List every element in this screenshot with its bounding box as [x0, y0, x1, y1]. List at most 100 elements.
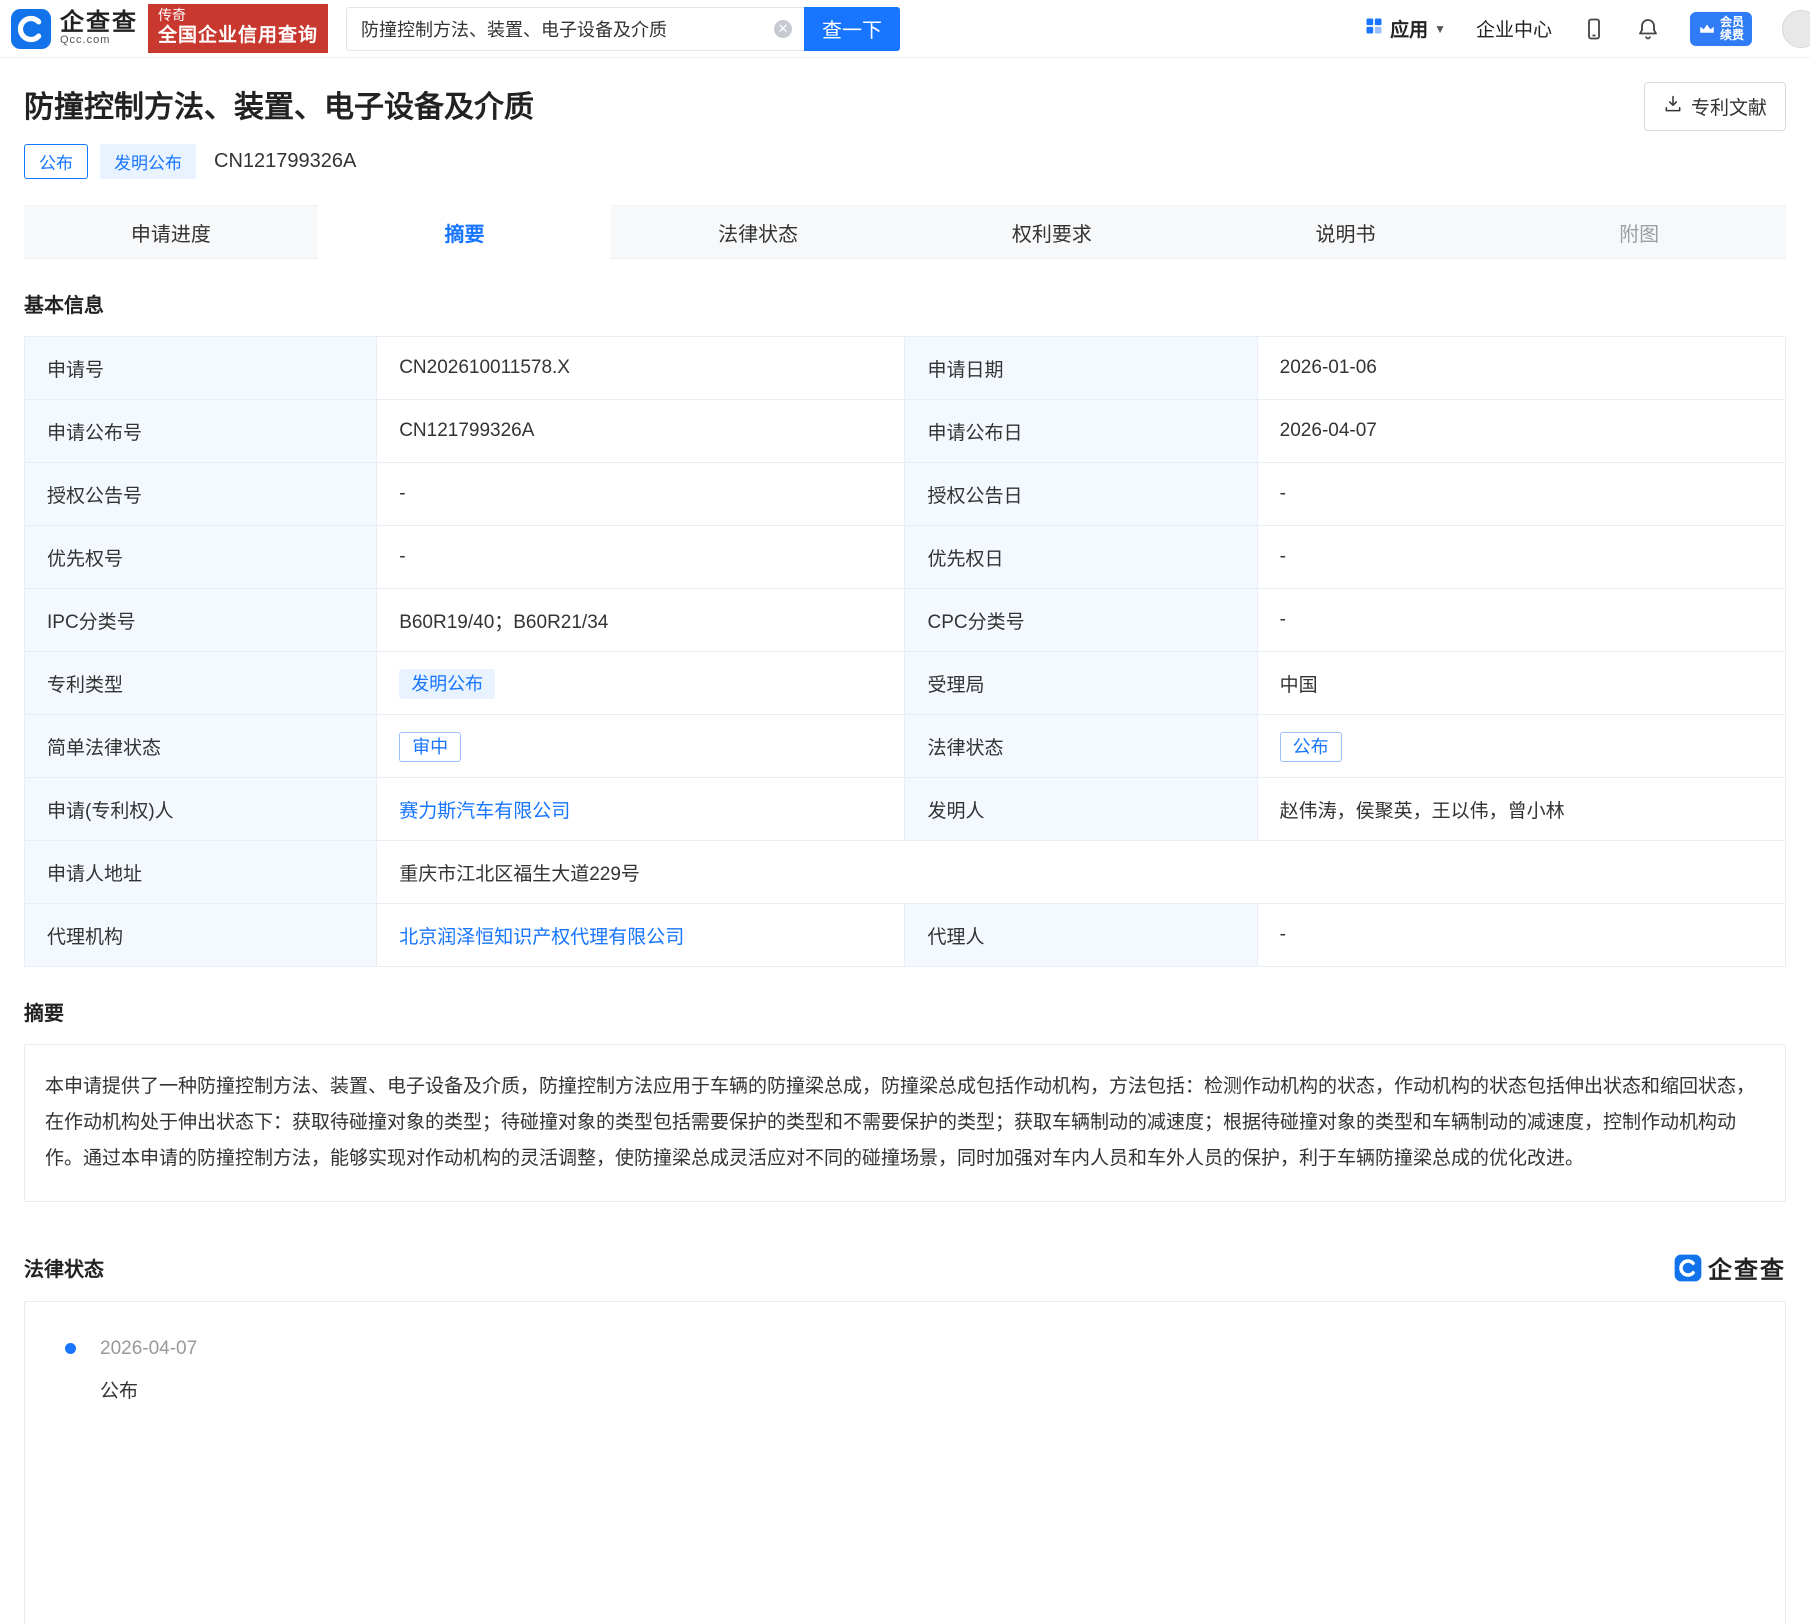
download-button-label: 专利文献 [1691, 93, 1767, 120]
tab-claims[interactable]: 权利要求 [905, 205, 1199, 259]
simple-legal-status-badge: 审中 [399, 732, 461, 762]
abstract-title: 摘要 [24, 997, 1786, 1026]
crown-icon [1698, 20, 1716, 38]
status-badge: 公布 [24, 144, 88, 179]
qcc-logo-icon [10, 8, 52, 50]
search-input[interactable] [346, 7, 804, 51]
field-value: - [1257, 904, 1785, 967]
agency-link[interactable]: 北京润泽恒知识产权代理有限公司 [399, 927, 684, 948]
field-label: 发明人 [905, 778, 1257, 841]
field-value: B60R19/40；B60R21/34 [377, 589, 905, 652]
table-row: 申请人地址 重庆市江北区福生大道229号 [25, 841, 1786, 904]
field-label: 专利类型 [25, 652, 377, 715]
field-label: 申请人地址 [25, 841, 377, 904]
promo-line1: 传奇 [158, 7, 318, 25]
qcc-watermark-logo: 企查查 [1674, 1250, 1786, 1285]
field-label: 代理机构 [25, 904, 377, 967]
qcc-watermark-text: 企查查 [1708, 1250, 1786, 1285]
field-label: 优先权号 [25, 526, 377, 589]
member-line2: 续费 [1720, 29, 1744, 42]
tab-bar: 申请进度 摘要 法律状态 权利要求 说明书 附图 [24, 205, 1786, 259]
field-value: 2026-01-06 [1257, 337, 1785, 400]
main-content: 防撞控制方法、装置、电子设备及介质 公布 发明公布 CN121799326A 专… [0, 58, 1810, 1624]
field-value: 赵伟涛，侯聚英，王以伟，曾小林 [1257, 778, 1785, 841]
field-label: 申请日期 [905, 337, 1257, 400]
timeline-dot-icon [65, 1343, 76, 1354]
avatar[interactable] [1782, 10, 1810, 48]
table-row: 简单法律状态 审中 法律状态 公布 [25, 715, 1786, 778]
field-value: - [1257, 589, 1785, 652]
field-value: 公布 [1257, 715, 1785, 778]
field-value: - [377, 463, 905, 526]
table-row: 申请(专利权)人 赛力斯汽车有限公司 发明人 赵伟涛，侯聚英，王以伟，曾小林 [25, 778, 1786, 841]
notification-bell-icon[interactable] [1636, 17, 1660, 41]
member-line1: 会员 [1720, 16, 1744, 29]
clear-search-icon[interactable]: ✕ [774, 20, 792, 38]
mobile-app-icon[interactable] [1582, 17, 1606, 41]
legal-status-title: 法律状态 [24, 1253, 104, 1282]
search-button[interactable]: 查一下 [804, 7, 900, 51]
field-value: 2026-04-07 [1257, 400, 1785, 463]
abstract-text: 本申请提供了一种防撞控制方法、装置、电子设备及介质，防撞控制方法应用于车辆的防撞… [24, 1044, 1786, 1202]
tab-application-progress[interactable]: 申请进度 [24, 205, 318, 259]
logo-domain: Qcc.com [60, 35, 138, 47]
field-label: IPC分类号 [25, 589, 377, 652]
field-label: 简单法律状态 [25, 715, 377, 778]
promo-line2: 全国企业信用查询 [158, 24, 318, 48]
download-icon [1663, 94, 1683, 120]
table-row: 授权公告号 - 授权公告日 - [25, 463, 1786, 526]
apps-label: 应用 [1390, 15, 1428, 42]
legal-status-header: 法律状态 企查查 [24, 1250, 1786, 1285]
tab-abstract[interactable]: 摘要 [318, 205, 612, 259]
tab-legal-status[interactable]: 法律状态 [611, 205, 905, 259]
field-label: 受理局 [905, 652, 1257, 715]
qcc-logo[interactable]: 企查查 Qcc.com [10, 8, 138, 50]
field-value: 赛力斯汽车有限公司 [377, 778, 905, 841]
patent-header: 防撞控制方法、装置、电子设备及介质 公布 发明公布 CN121799326A 专… [24, 58, 1786, 179]
field-label: CPC分类号 [905, 589, 1257, 652]
field-label: 申请(专利权)人 [25, 778, 377, 841]
tab-drawings[interactable]: 附图 [1492, 205, 1786, 259]
table-row: 申请公布号 CN121799326A 申请公布日 2026-04-07 [25, 400, 1786, 463]
field-value: - [1257, 463, 1785, 526]
qcc-logo-text: 企查查 Qcc.com [60, 10, 138, 47]
apps-grid-icon [1364, 16, 1384, 42]
patent-type-badge: 发明公布 [399, 669, 495, 699]
page-title: 防撞控制方法、装置、电子设备及介质 [24, 82, 534, 126]
table-row: 申请号 CN202610011578.X 申请日期 2026-01-06 [25, 337, 1786, 400]
logo-name: 企查查 [60, 10, 138, 35]
field-label: 申请公布号 [25, 400, 377, 463]
legal-status-badge: 公布 [1280, 732, 1342, 762]
field-value: 发明公布 [377, 652, 905, 715]
promo-banner: 传奇 全国企业信用查询 [148, 4, 328, 53]
chevron-down-icon: ▼ [1434, 22, 1446, 36]
qcc-watermark-icon [1674, 1254, 1702, 1282]
type-badge: 发明公布 [100, 144, 196, 179]
member-renew-badge[interactable]: 会员 续费 [1690, 12, 1752, 46]
field-value: 重庆市江北区福生大道229号 [377, 841, 1786, 904]
field-value: - [377, 526, 905, 589]
field-value: CN202610011578.X [377, 337, 905, 400]
field-label: 授权公告日 [905, 463, 1257, 526]
field-value: 中国 [1257, 652, 1785, 715]
field-label: 法律状态 [905, 715, 1257, 778]
applicant-link[interactable]: 赛力斯汽车有限公司 [399, 801, 570, 822]
field-value: 审中 [377, 715, 905, 778]
download-patent-button[interactable]: 专利文献 [1644, 82, 1786, 131]
enterprise-center-link[interactable]: 企业中心 [1476, 15, 1552, 42]
field-value: 北京润泽恒知识产权代理有限公司 [377, 904, 905, 967]
top-bar: 企查查 Qcc.com 传奇 全国企业信用查询 ✕ 查一下 应用 ▼ 企业中心 [0, 0, 1810, 58]
apps-menu[interactable]: 应用 ▼ [1364, 15, 1446, 42]
table-row: 专利类型 发明公布 受理局 中国 [25, 652, 1786, 715]
field-label: 优先权日 [905, 526, 1257, 589]
table-row: 代理机构 北京润泽恒知识产权代理有限公司 代理人 - [25, 904, 1786, 967]
field-value: - [1257, 526, 1785, 589]
patent-badges: 公布 发明公布 CN121799326A [24, 144, 534, 179]
legal-status-timeline: 2026-04-07 公布 [24, 1301, 1786, 1624]
publication-number: CN121799326A [214, 150, 356, 173]
timeline-status: 公布 [100, 1376, 197, 1403]
table-row: IPC分类号 B60R19/40；B60R21/34 CPC分类号 - [25, 589, 1786, 652]
tab-description[interactable]: 说明书 [1199, 205, 1493, 259]
field-value: CN121799326A [377, 400, 905, 463]
search-bar: ✕ 查一下 [346, 7, 900, 51]
